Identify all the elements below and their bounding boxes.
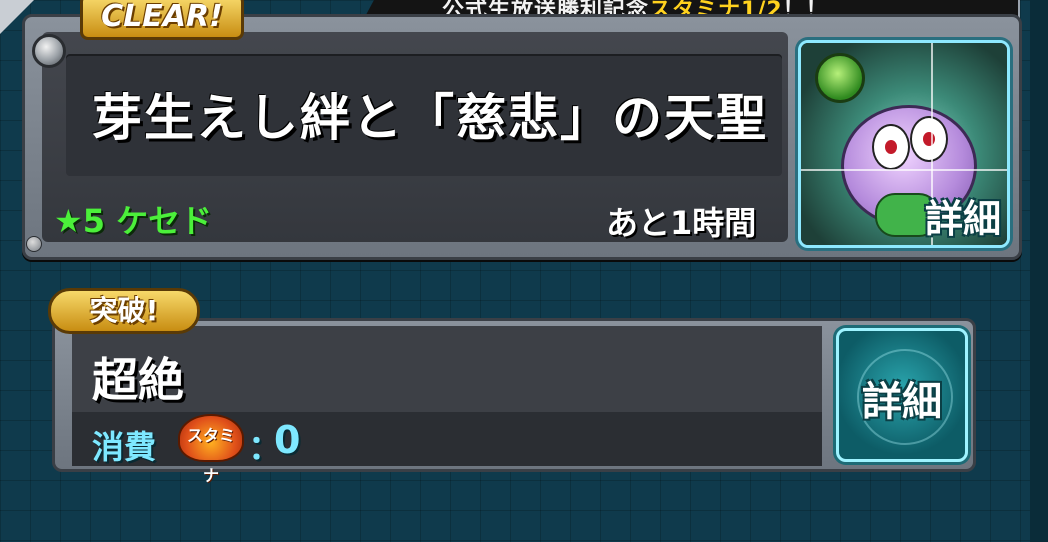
breakthrough-badge: 突破! bbox=[48, 288, 200, 334]
right-edge-strip bbox=[1030, 0, 1048, 542]
corner-decoration bbox=[0, 0, 34, 34]
quest-difficulty: ★5 ケセド bbox=[54, 202, 213, 240]
eye-icon bbox=[910, 116, 948, 162]
stamina-icon: スタミナ bbox=[178, 414, 244, 485]
quest-title[interactable]: 芽生えし絆と「慈悲」の天聖 bbox=[92, 78, 768, 150]
detail-button[interactable]: 詳細 bbox=[836, 328, 968, 462]
pupil bbox=[885, 140, 897, 154]
green-orb-icon bbox=[815, 53, 865, 103]
quest-2-title[interactable]: 超絶 bbox=[92, 344, 184, 410]
detail-button-label: 詳細 bbox=[924, 197, 1001, 241]
detail-button-label: 詳細 bbox=[862, 379, 942, 425]
stamina-cost-label: 消費 bbox=[92, 428, 157, 466]
pupil bbox=[923, 132, 935, 146]
monster-portrait-button[interactable]: 詳細 bbox=[798, 40, 1010, 248]
clear-badge: CLEAR! bbox=[80, 0, 244, 40]
stamina-cost-value: 0 bbox=[274, 418, 301, 462]
crosshair-line bbox=[801, 169, 1007, 171]
quest-card-2-title-row bbox=[72, 326, 822, 412]
rivet-icon bbox=[32, 34, 66, 68]
eye-icon bbox=[872, 124, 910, 170]
rivet-icon bbox=[26, 236, 42, 252]
time-remaining: あと1時間 bbox=[606, 204, 757, 242]
